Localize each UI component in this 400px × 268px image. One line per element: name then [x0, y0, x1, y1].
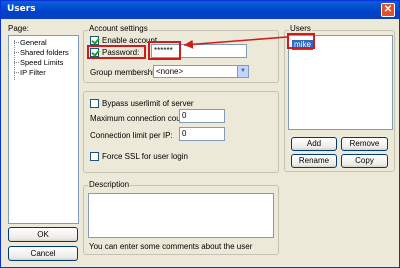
users-dialog: Users ✕ Page: General Shared folders Spe…	[0, 0, 400, 268]
annotation-arrow	[183, 36, 288, 49]
